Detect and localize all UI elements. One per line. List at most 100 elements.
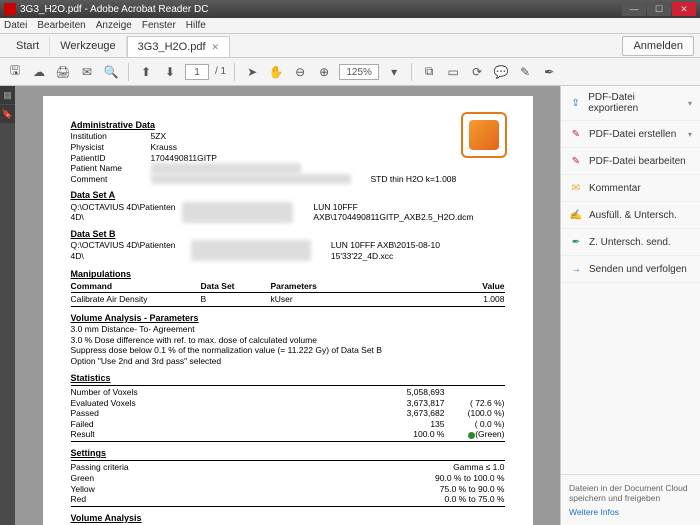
- close-button[interactable]: ✕: [672, 2, 696, 16]
- stat-row: Passed3,673,682(100.0 %): [71, 408, 505, 419]
- manip-h-val: Value: [455, 281, 505, 292]
- titlebar: 3G3_H2O.pdf - Adobe Acrobat Reader DC — …: [0, 0, 700, 18]
- search-icon[interactable]: 🔍: [102, 63, 120, 81]
- menu-hilfe[interactable]: Hilfe: [186, 20, 206, 31]
- setting-row: Green90.0 % to 100.0 %: [71, 473, 505, 484]
- stat-row: Evaluated Voxels3,673,817( 72.6 %): [71, 398, 505, 409]
- left-rail: ▦ 🔖: [0, 86, 15, 525]
- settings-title: Settings: [71, 448, 505, 459]
- panel-item-icon: ✎: [569, 154, 583, 168]
- setting-row: Red0.0 % to 75.0 %: [71, 494, 505, 505]
- zoom-out-icon[interactable]: ⊖: [291, 63, 309, 81]
- print-icon[interactable]: 🖨: [54, 63, 72, 81]
- panel-item-label: Z. Untersch. send.: [589, 237, 671, 248]
- save-icon[interactable]: 🖫: [6, 63, 24, 81]
- panel-item[interactable]: ⇪PDF-Datei exportieren▾: [561, 86, 700, 121]
- setting-row: Passing criteriaGamma ≤ 1.0: [71, 462, 505, 473]
- tab-close-icon[interactable]: ✕: [212, 42, 220, 53]
- main: ▦ 🔖 Administrative Data Institution5ZXPh…: [0, 86, 700, 525]
- panel-item-label: PDF-Datei erstellen: [589, 129, 676, 140]
- dsa-file: LUN 10FFF AXB\1704490811GITP_AXB2.5_H2O.…: [313, 202, 504, 223]
- company-logo: [461, 112, 507, 158]
- panel-item-label: Senden und verfolgen: [589, 264, 687, 275]
- dsa-path: Q:\OCTAVIUS 4D\Patienten 4D\: [71, 202, 183, 223]
- manip-ds: B: [201, 294, 271, 305]
- footer-text: Dateien in der Document Cloud speichern …: [569, 483, 688, 503]
- panel-item[interactable]: ✒ Z. Untersch. send.: [561, 229, 700, 256]
- minimize-button[interactable]: —: [622, 2, 646, 16]
- tab-row: Start Werkzeuge 3G3_H2O.pdf ✕ Anmelden: [0, 34, 700, 58]
- menu-bearbeiten[interactable]: Bearbeiten: [37, 20, 85, 31]
- menu-anzeige[interactable]: Anzeige: [96, 20, 132, 31]
- tab-tools[interactable]: Werkzeuge: [50, 36, 126, 56]
- chevron-down-icon: ▾: [688, 99, 692, 108]
- panel-item-icon: ✒: [569, 235, 583, 249]
- page-down-icon[interactable]: ⬇: [161, 63, 179, 81]
- panel-item-label: PDF-Datei exportieren: [588, 92, 682, 114]
- tools-panel: ⇪PDF-Datei exportieren▾✎PDF-Datei erstel…: [560, 86, 700, 525]
- panel-item[interactable]: →Senden und verfolgen: [561, 256, 700, 283]
- document-area[interactable]: Administrative Data Institution5ZXPhysic…: [15, 86, 560, 525]
- maximize-button[interactable]: ☐: [647, 2, 671, 16]
- vap-title: Volume Analysis - Parameters: [71, 313, 505, 324]
- manip-val: 1.008: [455, 294, 505, 305]
- dsb-path: Q:\OCTAVIUS 4D\Patienten 4D\: [71, 240, 192, 261]
- zoom-in-icon[interactable]: ⊕: [315, 63, 333, 81]
- admin-val: Krauss: [151, 142, 505, 153]
- panel-item-icon: ✎: [569, 127, 583, 141]
- manip-h-par: Parameters: [271, 281, 455, 292]
- stat-row: Result100.0 % (Green): [71, 429, 505, 440]
- panel-item-icon: ✍: [569, 208, 583, 222]
- tab-document-label: 3G3_H2O.pdf: [138, 41, 206, 53]
- rotate-icon[interactable]: ⟳: [468, 63, 486, 81]
- admin-val: 1704490811GITP: [151, 153, 505, 164]
- tab-document[interactable]: 3G3_H2O.pdf ✕: [127, 36, 230, 57]
- app-icon: [4, 3, 16, 15]
- login-button[interactable]: Anmelden: [622, 36, 694, 56]
- footer-link[interactable]: Weitere Infos: [569, 507, 692, 517]
- dsb-file: LUN 10FFF AXB\2015-08-10 15'33'22_4D.xcc: [331, 240, 505, 261]
- manip-par: kUser: [271, 294, 455, 305]
- stat-row: Failed135( 0.0 %): [71, 419, 505, 430]
- fit-page-icon[interactable]: ▭: [444, 63, 462, 81]
- panel-footer: Dateien in der Document Cloud speichern …: [561, 474, 700, 525]
- setting-row: Yellow75.0 % to 90.0 %: [71, 484, 505, 495]
- panel-item[interactable]: ✎ PDF-Datei erstellen ▾: [561, 121, 700, 148]
- pointer-icon[interactable]: ➤: [243, 63, 261, 81]
- vap-line: Option "Use 2nd and 3rd pass" selected: [71, 356, 505, 367]
- menu-datei[interactable]: Datei: [4, 20, 27, 31]
- sign-icon[interactable]: ✒: [540, 63, 558, 81]
- fit-width-icon[interactable]: ⧉: [420, 63, 438, 81]
- chevron-down-icon[interactable]: ▾: [385, 63, 403, 81]
- stats-title: Statistics: [71, 373, 505, 384]
- panel-item[interactable]: ✉Kommentar: [561, 175, 700, 202]
- bookmark-panel-icon[interactable]: 🔖: [0, 105, 15, 123]
- green-dot-icon: [468, 432, 475, 439]
- mail-icon[interactable]: ✉: [78, 63, 96, 81]
- pdf-page: Administrative Data Institution5ZXPhysic…: [43, 96, 533, 525]
- panel-item[interactable]: ✎ PDF-Datei bearbeiten: [561, 148, 700, 175]
- va-title: Volume Analysis: [71, 513, 505, 524]
- thumbnail-panel-icon[interactable]: ▦: [0, 86, 15, 104]
- vap-line: 3.0 % Dose difference with ref. to max. …: [71, 335, 505, 346]
- panel-item-label: Ausfüll. & Untersch.: [589, 210, 677, 221]
- manip-title: Manipulations: [71, 269, 505, 280]
- highlight-icon[interactable]: ✎: [516, 63, 534, 81]
- manip-h-cmd: Command: [71, 281, 201, 292]
- dsb-title: Data Set B: [71, 229, 505, 240]
- comment-icon[interactable]: 💬: [492, 63, 510, 81]
- manip-h-ds: Data Set: [201, 281, 271, 292]
- zoom-input[interactable]: 125%: [339, 64, 379, 80]
- chevron-down-icon: ▾: [688, 130, 692, 139]
- panel-item[interactable]: ✍ Ausfüll. & Untersch.: [561, 202, 700, 229]
- menu-fenster[interactable]: Fenster: [142, 20, 176, 31]
- panel-item-label: PDF-Datei bearbeiten: [589, 156, 686, 167]
- dsa-title: Data Set A: [71, 190, 505, 201]
- page-up-icon[interactable]: ⬆: [137, 63, 155, 81]
- tab-start[interactable]: Start: [6, 36, 50, 56]
- cloud-icon[interactable]: ☁: [30, 63, 48, 81]
- hand-icon[interactable]: ✋: [267, 63, 285, 81]
- page-input[interactable]: 1: [185, 64, 209, 80]
- menubar: Datei Bearbeiten Anzeige Fenster Hilfe: [0, 18, 700, 34]
- stat-row: Number of Voxels5,058,693: [71, 387, 505, 398]
